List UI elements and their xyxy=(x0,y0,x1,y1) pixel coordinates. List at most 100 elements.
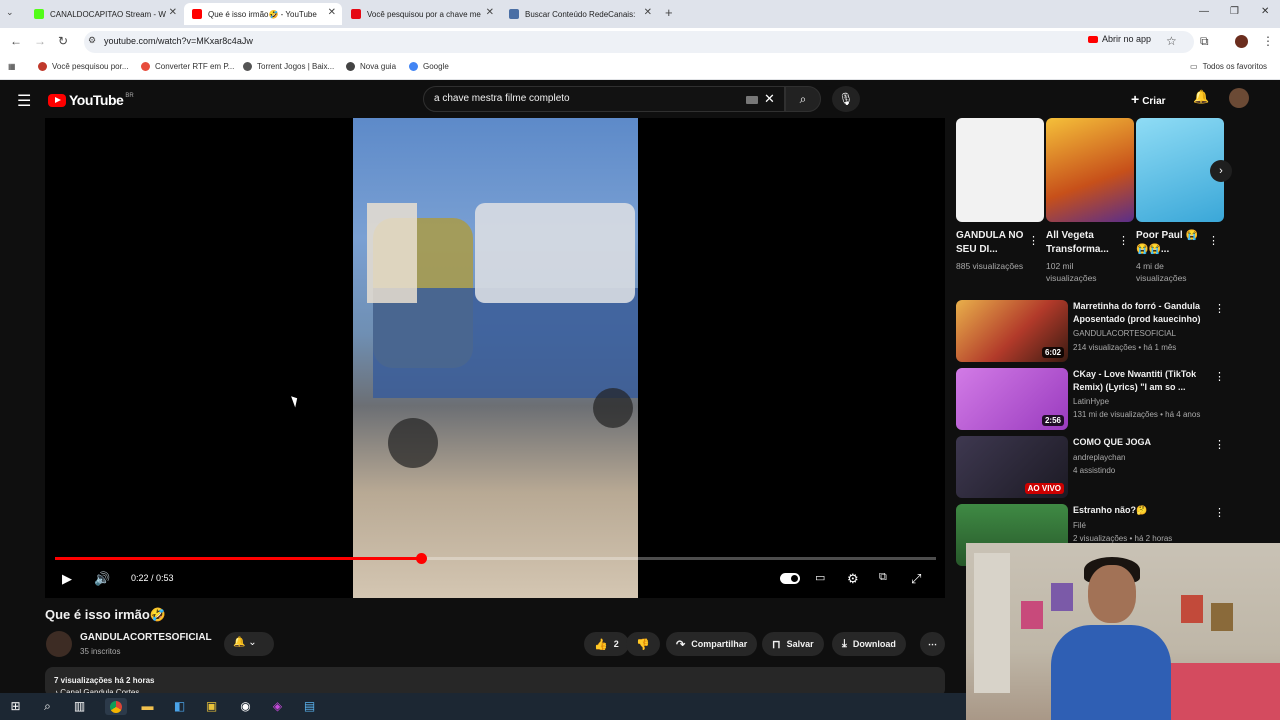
apps-icon[interactable]: ▦ xyxy=(8,62,16,71)
address-bar[interactable]: ⚙ youtube.com/watch?v=MKxar8c4aJw xyxy=(84,31,1194,53)
recommendation-title[interactable]: COMO QUE JOGA xyxy=(1073,436,1205,449)
open-in-app-button[interactable]: Abrir no app xyxy=(1088,34,1151,44)
close-icon[interactable]: ✕ xyxy=(486,7,494,18)
video-player[interactable]: ▶ 🔊 0:22 / 0:53 ▭ ⚙ ⧉ ⤢ xyxy=(45,118,945,598)
like-button[interactable]: 👍 2 xyxy=(584,632,629,656)
youtube-logo[interactable]: YouTube BR xyxy=(48,92,134,108)
short-card[interactable]: GANDULA NO SEU DI... 885 visualizações ⋮ xyxy=(956,118,1044,271)
more-icon[interactable]: ⋮ xyxy=(1028,234,1039,247)
recommendation-channel[interactable]: Filé xyxy=(1073,521,1086,530)
more-icon[interactable]: ⋮ xyxy=(1214,506,1225,519)
recommendation-channel[interactable]: GANDULACORTESOFICIAL xyxy=(1073,329,1176,338)
file-explorer-icon[interactable]: ▬ xyxy=(139,698,156,715)
tab-search-icon[interactable]: ⌄ xyxy=(6,7,14,18)
more-icon[interactable]: ⋮ xyxy=(1214,302,1225,315)
video-thumbnail[interactable]: AO VIVO xyxy=(956,436,1068,498)
settings-gear-icon[interactable]: ⚙ xyxy=(847,571,859,587)
recommendation-title[interactable]: Marretinha do forró - Gandula Aposentado… xyxy=(1073,300,1205,326)
chrome-icon[interactable] xyxy=(105,698,127,715)
search-icon[interactable]: ⌕ xyxy=(39,698,56,715)
voice-search-button[interactable]: 🎙 xyxy=(832,86,860,112)
short-card[interactable]: All Vegeta Transforma... 102 mil visuali… xyxy=(1046,118,1134,283)
extensions-icon[interactable]: ⧉ xyxy=(1200,34,1209,49)
new-tab-button[interactable]: + xyxy=(665,5,673,20)
all-favorites[interactable]: ▭ Todos os favoritos xyxy=(1190,62,1267,71)
obs-icon[interactable]: ◉ xyxy=(237,698,254,715)
app-icon[interactable]: ◧ xyxy=(171,698,188,715)
tab-redecanais[interactable]: Buscar Conteúdo RedeCanais: ✕ xyxy=(501,3,658,25)
account-avatar[interactable] xyxy=(1229,88,1249,108)
short-thumbnail[interactable] xyxy=(1046,118,1134,222)
close-window-icon[interactable]: ✕ xyxy=(1261,6,1269,17)
restore-icon[interactable]: ❐ xyxy=(1230,6,1239,17)
more-icon[interactable]: ⋮ xyxy=(1214,370,1225,383)
close-icon[interactable]: ✕ xyxy=(644,7,652,18)
download-button[interactable]: ⤓ Download xyxy=(832,632,906,656)
tab-youtube[interactable]: Que é isso irmão🤣 - YouTube ✕ xyxy=(184,3,342,25)
app-icon[interactable]: ▤ xyxy=(301,698,318,715)
site-settings-icon[interactable]: ⚙ xyxy=(88,35,96,46)
close-icon[interactable]: ✕ xyxy=(169,7,177,18)
keyboard-icon[interactable] xyxy=(746,96,758,104)
more-icon[interactable]: ⋮ xyxy=(1118,234,1129,247)
short-title[interactable]: All Vegeta Transforma... xyxy=(1046,229,1118,257)
profile-avatar[interactable] xyxy=(1235,35,1248,48)
fullscreen-icon[interactable]: ⤢ xyxy=(911,571,921,587)
recommendation-item[interactable]: 2:56 CKay - Love Nwantiti (TikTok Remix)… xyxy=(956,368,1226,430)
task-view-icon[interactable]: ▥ xyxy=(71,698,88,715)
share-button[interactable]: ↷ Compartilhar xyxy=(666,632,758,656)
minimize-icon[interactable]: — xyxy=(1199,6,1209,17)
subtitles-icon[interactable]: ▭ xyxy=(815,571,825,584)
notifications-bell-icon[interactable]: 🔔 xyxy=(1193,89,1209,105)
channel-name[interactable]: GANDULACORTESOFICIAL xyxy=(80,632,212,643)
app-icon[interactable]: ◈ xyxy=(269,698,286,715)
more-icon[interactable]: ⋮ xyxy=(1208,234,1219,247)
search-button[interactable]: ⌕ xyxy=(785,86,821,112)
more-icon[interactable]: ⋮ xyxy=(1214,438,1225,451)
bookmark-item[interactable]: Nova guia xyxy=(346,62,396,71)
search-input[interactable]: a chave mestra filme completo ✕ xyxy=(423,86,785,112)
recommendation-channel[interactable]: LatinHype xyxy=(1073,397,1109,406)
progress-bar[interactable] xyxy=(55,553,936,564)
bookmark-item[interactable]: Converter RTF em P... xyxy=(141,62,234,71)
recommendation-item[interactable]: 6:02 Marretinha do forró - Gandula Apose… xyxy=(956,300,1226,362)
more-icon[interactable]: ⋮ xyxy=(1262,34,1274,48)
save-button[interactable]: ⊓ Salvar xyxy=(762,632,824,656)
forward-icon[interactable]: → xyxy=(34,34,46,48)
back-icon[interactable]: ← xyxy=(10,34,22,48)
reload-icon[interactable]: ↻ xyxy=(58,34,68,48)
close-icon[interactable]: ✕ xyxy=(328,7,336,18)
windows-start-icon[interactable]: ⊞ xyxy=(7,698,24,715)
more-actions-button[interactable]: ⋯ xyxy=(920,632,945,656)
recommendation-item[interactable]: AO VIVO COMO QUE JOGA andreplaychan 4 as… xyxy=(956,436,1226,498)
bookmark-icon xyxy=(38,62,47,71)
bookmark-item[interactable]: Google xyxy=(409,62,449,71)
bookmark-item[interactable]: Você pesquisou por... xyxy=(38,62,129,71)
bookmark-item[interactable]: Torrent Jogos | Baix... xyxy=(243,62,334,71)
video-thumbnail[interactable]: 6:02 xyxy=(956,300,1068,362)
subscription-bell-button[interactable]: 🔔 ⌄ xyxy=(224,632,274,656)
dislike-button[interactable]: 👎 xyxy=(626,632,660,656)
short-title[interactable]: GANDULA NO SEU DI... xyxy=(956,229,1028,257)
scrubber-handle[interactable] xyxy=(415,553,427,564)
hamburger-menu-icon[interactable]: ☰ xyxy=(17,91,31,111)
bookmark-label: Converter RTF em P... xyxy=(155,62,235,71)
tab-search-results[interactable]: Você pesquisou por a chave me ✕ xyxy=(343,3,500,25)
star-icon[interactable]: ☆ xyxy=(1166,34,1177,48)
short-title[interactable]: Poor Paul 😭😭😭... xyxy=(1136,229,1208,257)
tab-kick[interactable]: CANALDOCAPITAO Stream - W ✕ xyxy=(26,3,183,25)
volume-icon[interactable]: 🔊 xyxy=(94,571,110,587)
miniplayer-icon[interactable]: ⧉ xyxy=(879,571,887,584)
recommendation-channel[interactable]: andreplaychan xyxy=(1073,453,1125,462)
store-icon[interactable]: ▣ xyxy=(203,698,220,715)
short-thumbnail[interactable] xyxy=(956,118,1044,222)
channel-avatar[interactable] xyxy=(46,631,72,657)
create-button[interactable]: + Criar xyxy=(1131,91,1166,107)
video-thumbnail[interactable]: 2:56 xyxy=(956,368,1068,430)
clear-search-icon[interactable]: ✕ xyxy=(764,91,775,107)
recommendation-title[interactable]: Estranho não?🤔 xyxy=(1073,504,1205,517)
autoplay-toggle[interactable] xyxy=(780,573,800,584)
play-icon[interactable]: ▶ xyxy=(62,571,72,587)
chevron-right-icon[interactable]: › xyxy=(1210,160,1232,182)
recommendation-title[interactable]: CKay - Love Nwantiti (TikTok Remix) (Lyr… xyxy=(1073,368,1205,394)
